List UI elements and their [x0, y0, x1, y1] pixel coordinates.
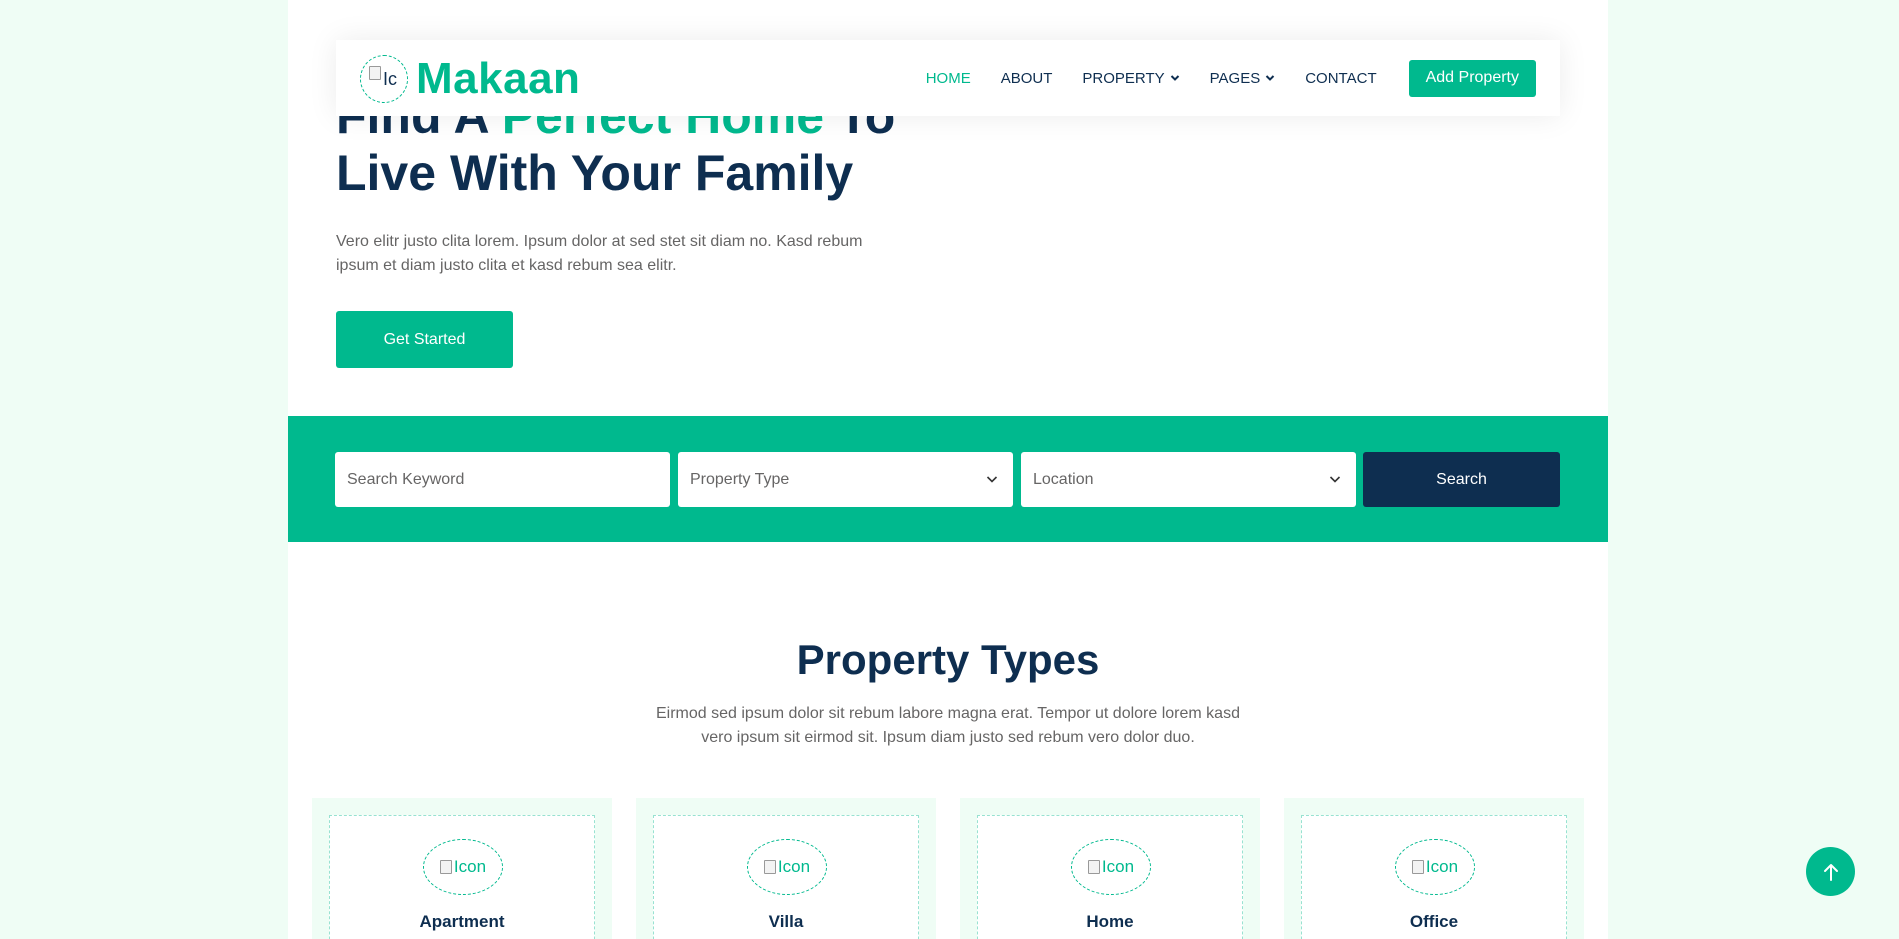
property-type-card-home[interactable]: Icon Home — [960, 798, 1260, 939]
nav-item-label: ABOUT — [1000, 69, 1053, 87]
add-property-button[interactable]: Add Property — [1408, 59, 1536, 97]
brand-name: Makaan — [416, 54, 581, 103]
nav-item-home[interactable]: HOME — [926, 70, 971, 87]
property-type-card-apartment[interactable]: Icon Apartment — [312, 798, 612, 939]
icon-alt: Icon — [1425, 857, 1459, 876]
nav-item-label: CONTACT — [1305, 69, 1377, 87]
nav-item-label: PROPERTY — [1082, 69, 1165, 87]
broken-image-icon — [439, 860, 452, 874]
nav-item-about[interactable]: ABOUT — [1001, 70, 1053, 87]
nav-item-pages[interactable]: PAGES — [1210, 70, 1276, 87]
card-inner: Icon Office — [1301, 815, 1567, 939]
chevron-down-icon — [986, 476, 998, 483]
apartment-icon: Icon — [423, 839, 503, 895]
home-icon: Icon — [1071, 839, 1151, 895]
arrow-up-icon — [1823, 863, 1838, 881]
section-text: Eirmod sed ipsum dolor sit rebum labore … — [656, 705, 1240, 746]
section-title: Property Types — [796, 636, 1100, 683]
icon-alt: Icon — [453, 857, 487, 876]
icon-alt: Icon — [1101, 857, 1135, 876]
brand[interactable]: Ic Makaan — [360, 54, 580, 104]
card-label: Villa — [768, 912, 804, 931]
nav-item-property[interactable]: PROPERTY — [1082, 70, 1179, 87]
card-label: Office — [1409, 912, 1459, 931]
card-label: Apartment — [419, 912, 505, 931]
property-type-card-villa[interactable]: Icon Villa — [636, 798, 936, 939]
brand-logo-icon: Ic — [360, 55, 408, 103]
card-inner: Icon Home — [977, 815, 1243, 939]
search-keyword-placeholder: Search Keyword — [347, 470, 465, 488]
card-inner: Icon Villa — [653, 815, 919, 939]
nav-links: HOME ABOUT PROPERTY PAGES CONTACT Add Pr… — [926, 40, 1536, 116]
page: Find A Perfect Home To Live With Your Fa… — [288, 0, 1608, 939]
broken-image-icon — [1087, 860, 1100, 874]
chevron-down-icon — [1170, 75, 1179, 81]
search-band: Search Keyword Property Type Location Se… — [288, 416, 1608, 542]
hero-text: Vero elitr justo clita lorem. Ipsum dolo… — [336, 233, 863, 274]
nav-item-contact[interactable]: CONTACT — [1305, 70, 1376, 87]
nav-item-label: PAGES — [1209, 69, 1261, 87]
card-inner: Icon Apartment — [329, 815, 595, 939]
search-keyword-input[interactable]: Search Keyword — [335, 452, 670, 507]
location-value: Location — [1033, 470, 1094, 488]
property-type-value: Property Type — [690, 470, 790, 488]
broken-image-icon — [369, 66, 381, 80]
navbar: Ic Makaan HOME ABOUT PROPERTY PAGES CONT… — [336, 40, 1560, 116]
broken-image-icon — [1411, 860, 1424, 874]
broken-image-icon — [763, 860, 776, 874]
location-select[interactable]: Location — [1021, 452, 1356, 507]
search-button[interactable]: Search — [1363, 452, 1560, 507]
villa-icon: Icon — [747, 839, 827, 895]
nav-item-label: HOME — [925, 69, 971, 87]
property-type-select[interactable]: Property Type — [678, 452, 1013, 507]
chevron-down-icon — [1266, 75, 1275, 81]
brand-logo-alt: Ic — [382, 68, 397, 89]
property-type-card-office[interactable]: Icon Office — [1284, 798, 1584, 939]
office-icon: Icon — [1395, 839, 1475, 895]
card-label: Home — [1086, 912, 1134, 931]
chevron-down-icon — [1329, 476, 1341, 483]
icon-alt: Icon — [777, 857, 811, 876]
get-started-button[interactable]: Get Started — [336, 311, 513, 368]
back-to-top-button[interactable] — [1806, 847, 1855, 896]
